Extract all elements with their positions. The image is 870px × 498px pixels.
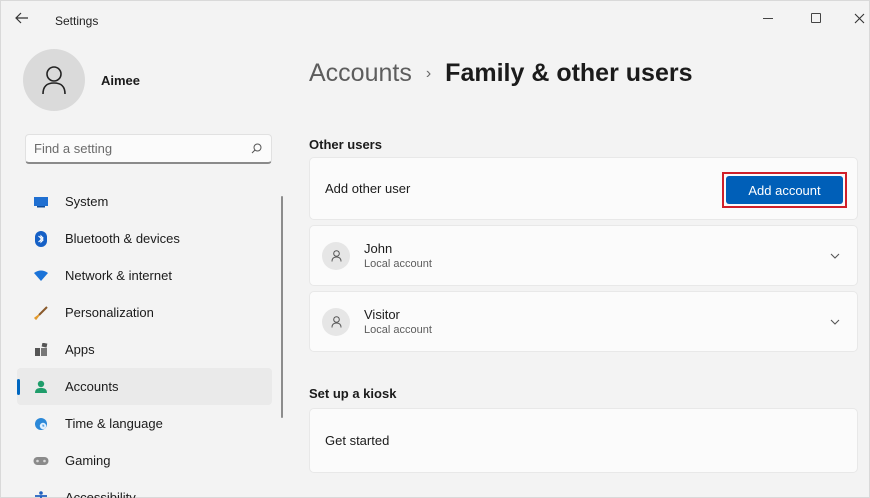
accessibility-icon (33, 490, 49, 498)
title-bar: Settings (1, 1, 870, 35)
sidebar-scrollbar[interactable] (281, 196, 283, 418)
section-title-kiosk: Set up a kiosk (309, 386, 397, 401)
gamepad-icon (33, 453, 49, 469)
user-name: John (364, 241, 393, 256)
search-icon[interactable] (249, 142, 263, 156)
avatar (23, 49, 85, 111)
add-other-user-label: Add other user (325, 181, 411, 196)
sidebar-item-apps[interactable]: Apps (17, 331, 272, 368)
breadcrumb-separator: › (425, 65, 432, 82)
sidebar-item-label: Network & internet (65, 268, 172, 283)
section-title-other-users: Other users (309, 137, 382, 152)
wifi-icon (33, 268, 49, 284)
page-title: Family & other users (445, 59, 693, 87)
globe-clock-icon (33, 416, 49, 432)
maximize-button[interactable] (801, 6, 831, 30)
chevron-down-icon[interactable] (829, 251, 841, 261)
search-input[interactable] (34, 141, 249, 156)
search-box[interactable] (25, 134, 272, 164)
sidebar-nav: System Bluetooth & devices Network & int… (17, 183, 272, 498)
user-account-type: Local account (364, 324, 432, 336)
breadcrumb: Accounts › Family & other users (309, 59, 692, 88)
monitor-icon (33, 194, 49, 210)
accounts-person-icon (33, 379, 49, 395)
sidebar-item-label: Time & language (65, 416, 163, 431)
user-profile[interactable]: Aimee (23, 49, 140, 111)
sidebar-item-personalization[interactable]: Personalization (17, 294, 272, 331)
user-avatar (322, 307, 350, 336)
sidebar-item-gaming[interactable]: Gaming (17, 442, 272, 479)
minimize-button[interactable] (753, 6, 783, 30)
user-name: Visitor (364, 307, 400, 322)
sidebar-item-time-language[interactable]: Time & language (17, 405, 272, 442)
user-info: John Local account (364, 241, 432, 270)
back-button[interactable] (15, 12, 31, 26)
user-account-type: Local account (364, 258, 432, 270)
chevron-down-icon[interactable] (829, 317, 841, 327)
user-info: Visitor Local account (364, 307, 432, 336)
sidebar-item-accessibility[interactable]: Accessibility (17, 479, 272, 498)
user-avatar (322, 241, 350, 270)
sidebar-item-label: System (65, 194, 109, 209)
breadcrumb-parent[interactable]: Accounts (309, 59, 412, 88)
add-account-highlight: Add account (722, 172, 847, 208)
minimize-icon (763, 17, 773, 19)
bluetooth-icon (33, 230, 49, 247)
sidebar-item-label: Personalization (65, 305, 154, 320)
add-other-user-card: Add other user Add account (309, 157, 858, 220)
sidebar-item-label: Accessibility (65, 490, 136, 498)
back-arrow-icon (15, 12, 28, 24)
maximize-icon (811, 13, 821, 23)
person-icon (42, 66, 66, 95)
apps-icon (33, 342, 49, 358)
close-icon (854, 13, 864, 23)
sidebar-item-label: Accounts (65, 379, 119, 394)
settings-window: Settings Aimee Find a setting System Blu… (0, 0, 870, 498)
add-account-button[interactable]: Add account (726, 176, 843, 204)
brush-icon (33, 305, 49, 321)
user-person-icon (331, 315, 341, 328)
app-title: Settings (55, 14, 99, 28)
profile-name: Aimee (101, 72, 141, 88)
sidebar-item-accounts[interactable]: Accounts (17, 368, 272, 405)
sidebar-item-network[interactable]: Network & internet (17, 257, 272, 294)
user-person-icon (331, 249, 341, 262)
sidebar-item-label: Bluetooth & devices (65, 231, 180, 246)
get-started-label: Get started (325, 433, 390, 448)
sidebar-item-bluetooth[interactable]: Bluetooth & devices (17, 220, 272, 257)
close-button[interactable] (844, 6, 870, 30)
user-card-visitor[interactable]: Visitor Local account (309, 291, 858, 352)
sidebar-item-system[interactable]: System (17, 183, 272, 220)
kiosk-card[interactable]: Get started (309, 408, 858, 473)
user-card-john[interactable]: John Local account (309, 225, 858, 286)
sidebar-item-label: Apps (65, 342, 95, 357)
sidebar-item-label: Gaming (65, 453, 111, 468)
